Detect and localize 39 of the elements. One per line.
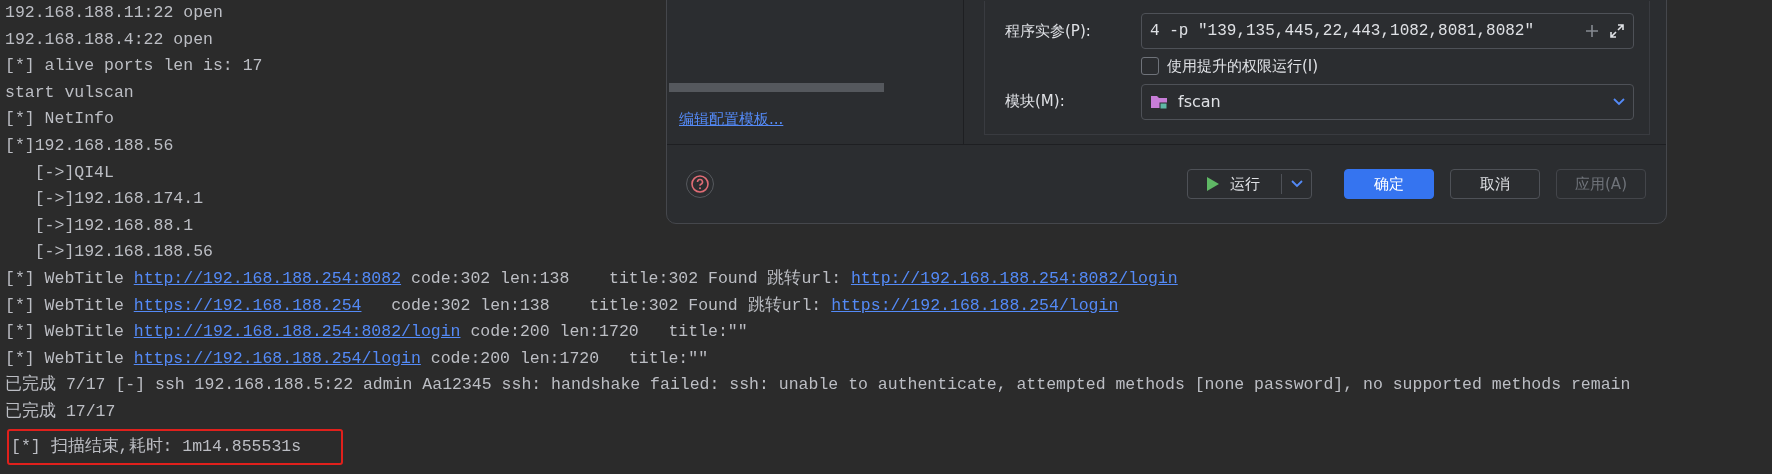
url-link[interactable]: http://192.168.188.254:8082 xyxy=(133,268,402,288)
checkbox[interactable] xyxy=(1141,57,1159,76)
url-link[interactable]: https://192.168.188.254/login xyxy=(831,295,1119,315)
console-line: [*] NetInfo xyxy=(5,108,114,131)
console-line: [->]QI4L xyxy=(33,161,114,184)
edit-templates-link[interactable]: 编辑配置模板... xyxy=(679,107,963,130)
console-line: [*]192.168.188.56 xyxy=(5,134,174,157)
console-line: [*] WebTitle https://192.168.188.254 code:302 len:138 title:302 Found 跳转url: https://192.168.188.254/login xyxy=(5,294,1119,317)
plus-icon[interactable] xyxy=(1585,24,1599,38)
field-label: 程序实参(P): xyxy=(1005,20,1092,42)
caret-icon xyxy=(1290,180,1303,188)
console-line: [*] alive ports len is: 17 xyxy=(5,55,263,78)
console-line: 已完成 17/17 xyxy=(5,400,116,423)
chevron-down-icon xyxy=(1613,97,1625,106)
console-line: 已完成 7/17 [-] ssh 192.168.188.5:22 admin Aa12345 ssh: handshake failed: ssh: unable to authenticate, attempted methods [none password], no supported methods remain xyxy=(5,373,1631,397)
console-line: 192.168.188.11:22 open xyxy=(5,2,223,24)
play-icon xyxy=(1206,176,1220,192)
expand-icon[interactable] xyxy=(1609,23,1625,39)
ok-button[interactable]: 确定 xyxy=(1344,169,1434,199)
console-line: [->]192.168.174.1 xyxy=(33,188,204,211)
url-link[interactable]: http://192.168.188.254:8082/login xyxy=(850,268,1178,288)
checkbox-label: 使用提升的权限运行(I) xyxy=(1167,56,1319,77)
url-link[interactable]: http://192.168.188.254:8082/login xyxy=(133,322,461,342)
url-link[interactable]: https://192.168.188.254/login xyxy=(133,348,421,368)
scrollbar[interactable] xyxy=(669,82,884,92)
console-line: [->]192.168.188.56 xyxy=(33,241,213,264)
dialog-button[interactable]: 取消 xyxy=(1450,169,1540,199)
arguments-field[interactable]: 4 -p "139,135,445,22,443,1082,8081,8082" xyxy=(1141,13,1634,49)
folder-icon xyxy=(1150,93,1168,110)
console-line: start vulscan xyxy=(5,81,134,104)
field-label: 模块(M): xyxy=(1005,91,1066,113)
console-line: [->]192.168.88.1 xyxy=(33,214,194,237)
console-line: [*] WebTitle https://192.168.188.254/login code:200 len:1720 title:"" xyxy=(5,347,709,370)
console-line: [*] WebTitle http://192.168.188.254:8082 code:302 len:138 title:302 Found 跳转url: http://192.168.188.254:8082/login xyxy=(5,267,1178,290)
console-line: 192.168.188.4:22 open xyxy=(5,28,213,51)
url-link[interactable]: https://192.168.188.254 xyxy=(133,295,362,315)
module-dropdown[interactable]: fscan xyxy=(1141,83,1634,120)
help-icon[interactable] xyxy=(685,169,715,199)
console-line: [*] WebTitle http://192.168.188.254:8082/login code:200 len:1720 title:"" xyxy=(5,321,748,344)
